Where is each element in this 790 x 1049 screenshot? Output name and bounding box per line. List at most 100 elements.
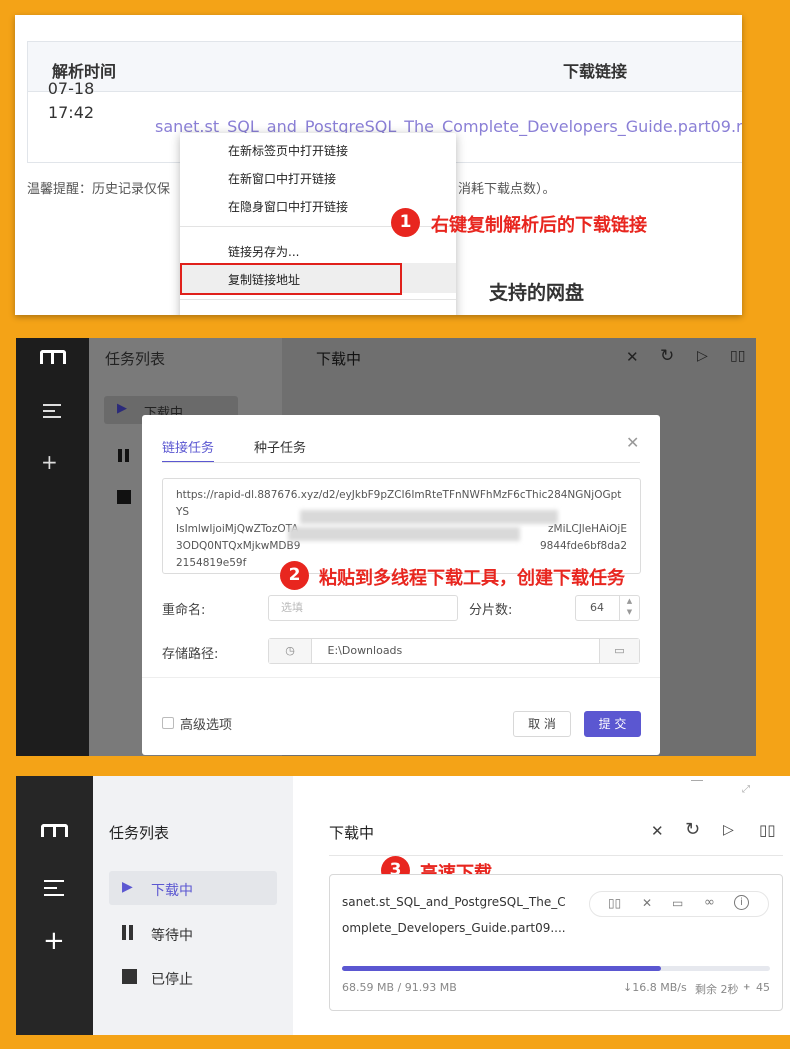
path-value: E:\Downloads [327,644,403,657]
menu-item-open-new-tab[interactable]: 在新标签页中打开链接 [228,142,348,159]
main-title: 下载中 [316,350,362,368]
step-badge-1: 1 [391,208,420,237]
url-line-2-end: zMiLCJleHAiOjE [548,523,627,535]
pause-icon[interactable] [118,449,122,462]
nav-item-downloading[interactable]: ▶ 下载中 [109,871,277,905]
pause-icon [122,925,126,940]
stop-icon[interactable] [117,490,131,504]
nav-item-label: 等待中 [151,928,193,944]
file-name-line-2: omplete_Developers_Guide.part09.... [342,921,566,935]
path-input[interactable]: ◷ E:\Downloads ▭ [268,638,640,664]
add-icon[interactable]: + [41,450,58,474]
start-icon[interactable]: ▷ [697,348,708,364]
panel-parse-history: 解析时间 下载链接 07-18 17:42 sanet.st_SQL_and_P… [15,15,742,315]
tip-text-tail: 消耗下载点数）。 [458,182,556,197]
supported-drives-title: 支持的网盘 [489,282,585,304]
refresh-icon[interactable]: ↻ [685,819,700,840]
connections-icon: ᚐ [744,980,750,993]
pause-all-icon[interactable]: ▯▯ [759,821,776,839]
url-line-2-start: IsImlwIjoiMjQwZTozOTA [176,523,299,535]
shards-stepper[interactable]: 64 ▲ ▼ [575,595,640,621]
advanced-checkbox[interactable] [162,717,174,729]
panel-create-task: + 任务列表 ▶ 下载中 下载中 ✕ ↻ ▷ ▯▯ 链接任务 种子任务 ✕ ht… [16,338,756,756]
file-name-line-1: sanet.st_SQL_and_PostgreSQL_The_C [342,895,566,909]
play-icon: ▶ [117,401,127,416]
close-icon[interactable]: ✕ [651,822,664,840]
pause-all-icon[interactable]: ▯▯ [730,348,745,364]
step-callout-1: 右键复制解析后的下载链接 [431,215,647,236]
task-actions: ▯▯ ✕ ▭ ∞ i [589,891,769,917]
nav-item-label: 下载中 [151,883,193,899]
nav-item-waiting[interactable]: 等待中 [109,918,277,948]
folder-icon[interactable]: ▭ [672,896,683,910]
shards-label: 分片数: [469,603,513,618]
tab-divider [162,462,640,463]
dialog-footer-divider [142,677,660,678]
menu-item-open-new-window[interactable]: 在新窗口中打开链接 [228,170,336,187]
highlight-box [180,263,402,295]
step-callout-2: 粘贴到多线程下载工具，创建下载任务 [319,568,625,589]
rename-label: 重命名: [162,603,206,618]
main-title: 下载中 [329,824,375,842]
menu-item-save-link-as[interactable]: 链接另存为... [228,243,299,260]
cancel-button[interactable]: 取 消 [513,711,571,737]
tip-text: 温馨提醒：历史记录仅保 [27,182,171,197]
row-date: 07-18 [47,79,95,98]
app-logo-icon-mid [53,824,56,837]
advanced-options-label[interactable]: 高级选项 [180,714,232,733]
stepper-arrows-icon[interactable]: ▲ ▼ [619,596,639,620]
nav-item-label: 已停止 [151,972,193,988]
start-icon[interactable]: ▷ [723,822,734,838]
shards-value: 64 [590,601,604,614]
path-label: 存储路径: [162,647,219,662]
task-card[interactable]: sanet.st_SQL_and_PostgreSQL_The_C omplet… [329,874,783,1011]
row-time: 17:42 [47,103,95,122]
app-logo-icon-mid [51,350,54,364]
app-sidebar: + [16,338,89,756]
maximize-icon[interactable]: ⤢ [742,784,750,795]
rename-input[interactable]: 选填 [268,595,458,621]
speed-text: ↓16.8 MB/s [623,981,687,994]
panel-downloading: + 任务列表 ▶ 下载中 等待中 已停止 ⤢ 下载中 ✕ ↻ ▷ ▯▯ 3 高速… [16,776,790,1035]
column-header-link: 下载链接 [563,62,628,81]
progress-bar [342,966,770,971]
new-task-dialog: 链接任务 种子任务 ✕ https://rapid-dl.887676.xyz/… [142,415,660,755]
progress-fill [342,966,662,971]
app-sidebar: + [16,776,93,1035]
dialog-close-icon[interactable]: ✕ [626,433,639,452]
step-badge-2: 2 [280,561,309,590]
delete-icon[interactable]: ✕ [642,896,652,910]
menu-icon[interactable] [44,880,64,896]
menu-divider [180,299,456,300]
table-row-time: 07-18 17:42 [43,77,99,125]
submit-button[interactable]: 提 交 [584,711,641,737]
menu-item-open-incognito[interactable]: 在隐身窗口中打开链接 [228,198,348,215]
folder-icon[interactable]: ▭ [599,639,639,663]
remaining-text: 剩余 2秒 [695,983,739,996]
minimize-icon[interactable] [691,780,703,781]
tab-torrent-task[interactable]: 种子任务 [254,437,306,456]
task-list-title: 任务列表 [109,824,170,842]
pause-icon[interactable]: ▯▯ [608,896,621,910]
stop-icon [122,969,137,984]
table-header: 解析时间 下载链接 [28,42,742,92]
close-icon[interactable]: ✕ [626,348,639,366]
size-text: 68.59 MB / 91.93 MB [342,981,457,994]
redacted-blur [300,510,558,524]
task-list-title: 任务列表 [105,350,166,368]
menu-icon[interactable] [43,404,61,418]
play-icon: ▶ [122,879,133,895]
refresh-icon[interactable]: ↻ [660,346,674,366]
redacted-blur [288,527,520,541]
info-icon[interactable]: i [734,895,749,910]
url-line-3-end: 9844fde6bf8da2 [539,540,627,552]
tab-link-task[interactable]: 链接任务 [162,437,214,456]
url-textarea[interactable]: https://rapid-dl.887676.xyz/d2/eyJkbF9pZ… [162,478,641,574]
connections-count: 45 [756,981,770,994]
history-clock-icon[interactable]: ◷ [269,639,312,663]
url-line-3-start: 3ODQ0NTQxMjkwMDB9 [176,540,301,552]
task-list: 任务列表 ▶ 下载中 等待中 已停止 [93,776,293,1035]
add-icon[interactable]: + [43,926,65,956]
link-icon[interactable]: ∞ [704,895,715,910]
nav-item-stopped[interactable]: 已停止 [109,962,277,992]
